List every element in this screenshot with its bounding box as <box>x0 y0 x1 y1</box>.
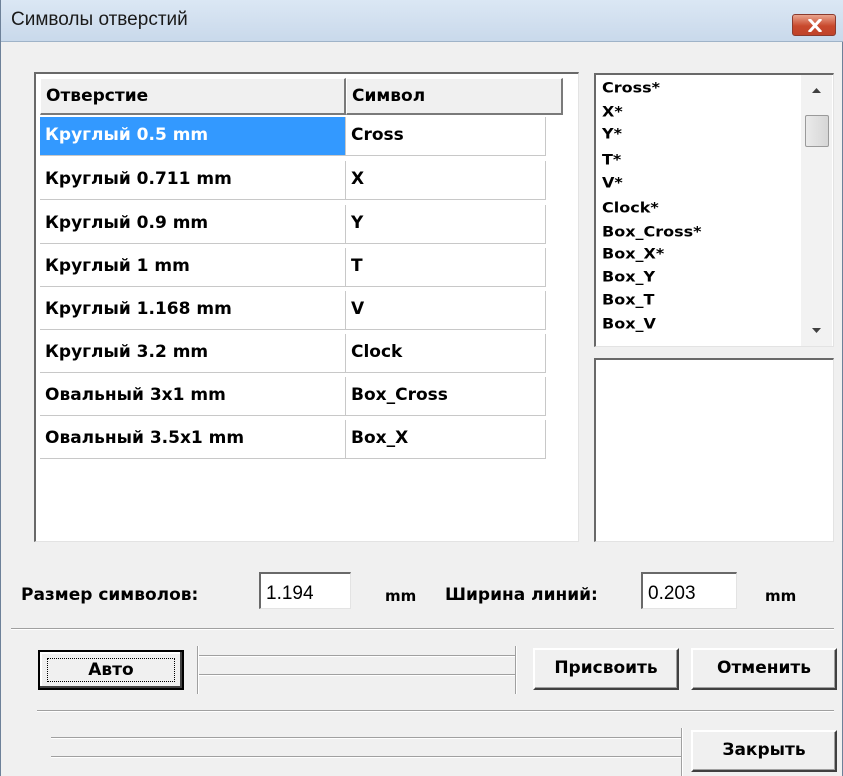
cell-hole[interactable]: Круглый 0.9 mm <box>40 205 346 244</box>
symbol-size-input[interactable] <box>259 572 351 609</box>
close-x-icon <box>808 19 822 32</box>
cell-hole[interactable]: Овальный 3x1 mm <box>40 377 346 416</box>
cancel-button[interactable]: Отменить <box>691 648 837 690</box>
cell-hole[interactable]: Круглый 3.2 mm <box>40 334 346 373</box>
close-window-button[interactable] <box>792 14 836 36</box>
table-row[interactable]: Круглый 3.2 mm Clock <box>40 334 546 373</box>
table-row[interactable]: Круглый 1 mm T <box>40 248 546 287</box>
list-item[interactable]: X* <box>602 103 623 125</box>
symbol-size-unit: mm <box>385 587 417 605</box>
separator <box>681 728 683 776</box>
table-row[interactable]: Овальный 3x1 mm Box_Cross <box>40 377 546 416</box>
separator <box>199 674 515 676</box>
symbol-list-scrollbar[interactable] <box>801 75 832 346</box>
cell-symbol[interactable]: Clock <box>346 334 546 373</box>
cell-symbol[interactable]: Y <box>346 205 546 244</box>
column-header-hole[interactable]: Отверстие <box>40 78 346 115</box>
separator <box>515 646 517 694</box>
line-width-input[interactable] <box>641 572 737 609</box>
line-width-unit: mm <box>765 587 797 605</box>
list-item[interactable]: Clock* <box>602 199 659 221</box>
list-item[interactable]: V* <box>602 174 623 196</box>
separator <box>51 737 681 739</box>
cell-hole[interactable]: Круглый 1 mm <box>40 248 346 287</box>
scroll-up-arrow-icon[interactable] <box>809 83 824 98</box>
symbol-listbox[interactable]: Cross* X* Y* T* V* Clock* Box_Cross* Box… <box>594 73 834 347</box>
list-item[interactable]: Box_X* <box>602 245 664 267</box>
table-row[interactable]: Круглый 0.711 mm X <box>40 161 546 200</box>
scrollbar-thumb[interactable] <box>805 115 829 147</box>
holes-symbols-dialog: Символы отверстий Отверстие Символ Кругл… <box>0 0 843 776</box>
list-item[interactable]: T* <box>602 151 621 173</box>
cell-symbol[interactable]: Box_Cross <box>346 377 546 416</box>
list-item[interactable]: Box_Cross* <box>602 223 702 245</box>
table-row[interactable]: Круглый 1.168 mm V <box>40 291 546 330</box>
separator <box>51 756 681 758</box>
cell-symbol[interactable]: Box_X <box>346 420 546 459</box>
scroll-down-arrow-icon[interactable] <box>809 323 824 338</box>
focus-indicator <box>47 658 175 682</box>
table-row[interactable]: Овальный 3.5x1 mm Box_X <box>40 420 546 459</box>
cell-hole[interactable]: Круглый 0.711 mm <box>40 161 346 200</box>
column-header-symbol[interactable]: Символ <box>346 78 563 115</box>
cell-hole[interactable]: Круглый 1.168 mm <box>40 291 346 330</box>
symbol-size-label: Размер символов: <box>21 585 199 605</box>
cell-symbol[interactable]: T <box>346 248 546 287</box>
separator <box>37 710 834 712</box>
cell-symbol[interactable]: X <box>346 161 546 200</box>
assign-button[interactable]: Присвоить <box>533 648 679 690</box>
separator <box>197 646 199 694</box>
cell-hole[interactable]: Круглый 0.5 mm <box>40 117 346 156</box>
close-button[interactable]: Закрыть <box>691 730 837 772</box>
list-item[interactable]: Y* <box>602 125 622 147</box>
list-item[interactable]: Box_T <box>602 291 654 313</box>
cell-symbol[interactable]: V <box>346 291 546 330</box>
separator <box>199 655 515 657</box>
list-item[interactable]: Box_V <box>602 315 656 337</box>
separator <box>11 628 834 630</box>
cell-symbol[interactable]: Cross <box>346 117 546 156</box>
cell-hole[interactable]: Овальный 3.5x1 mm <box>40 420 346 459</box>
window-title: Символы отверстий <box>11 9 188 30</box>
symbol-preview <box>594 358 834 542</box>
title-bar[interactable]: Символы отверстий <box>1 0 843 42</box>
line-width-label: Ширина линий: <box>445 585 598 605</box>
auto-button[interactable]: Авто <box>38 650 184 690</box>
list-item[interactable]: Box_Y <box>602 268 655 290</box>
table-row[interactable]: Круглый 0.5 mm Cross <box>40 117 546 156</box>
table-row[interactable]: Круглый 0.9 mm Y <box>40 205 546 244</box>
holes-table[interactable]: Отверстие Символ Круглый 0.5 mm Cross Кр… <box>34 72 579 542</box>
list-item[interactable]: Cross* <box>602 79 660 101</box>
